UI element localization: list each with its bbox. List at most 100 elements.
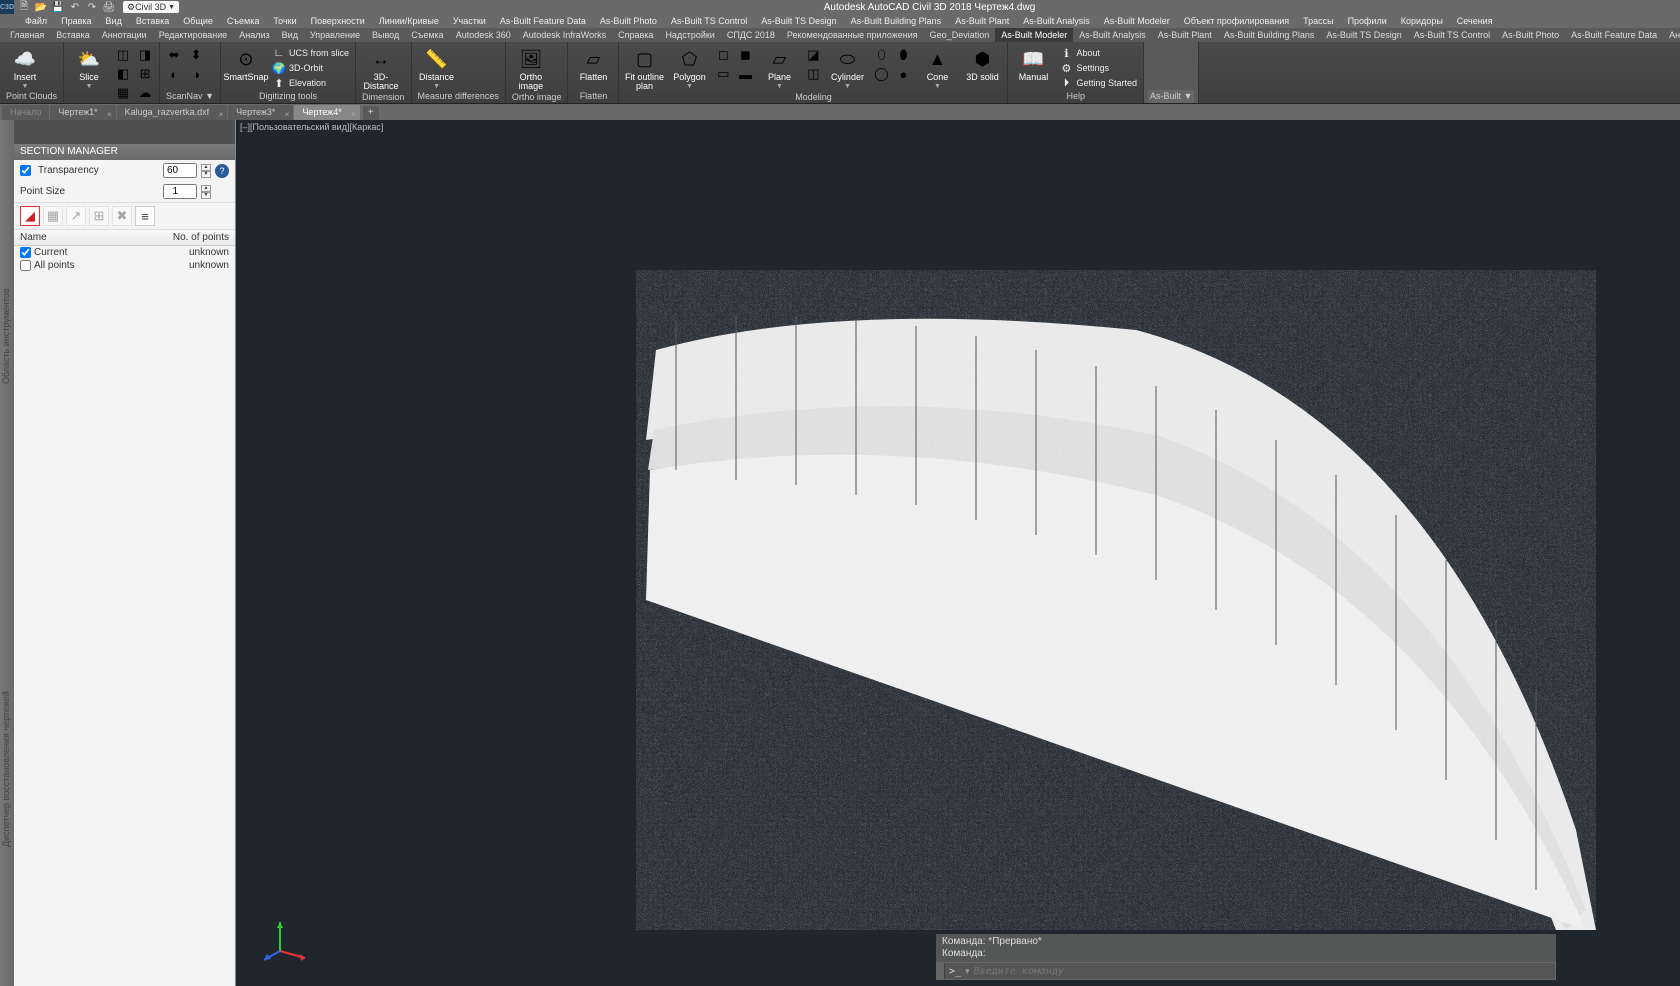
ribbon-tab[interactable]: As-Built Building Plans [1218,28,1321,42]
section-icon[interactable]: ◧ [113,65,133,83]
pointsize-input[interactable] [163,184,197,199]
ortho-image-button[interactable]: 🖼 Ortho image [510,44,552,91]
section-tool-button[interactable]: ✖ [112,206,132,226]
menu-item[interactable]: As-Built Plant [948,14,1016,28]
section-icon[interactable]: ☁ [135,84,155,102]
elevation-button[interactable]: ⬆Elevation [270,76,351,90]
ribbon-tab[interactable]: Главная [4,28,50,42]
sidetab-tools[interactable]: Область инструментов [0,120,12,553]
new-tab-button[interactable]: + [363,106,379,120]
row-checkbox[interactable] [20,260,31,271]
drawing-tab[interactable]: Начало [2,105,49,120]
qat-save-icon[interactable]: 💾 [52,1,64,13]
spin-up-icon[interactable]: ▲ [201,164,211,171]
fit-outline-button[interactable]: ▢Fit outline plan [623,44,665,91]
menu-item[interactable]: Участки [446,14,493,28]
ribbon-tab[interactable]: Вставка [50,28,95,42]
cone-button[interactable]: ▲Cone▼ [916,44,958,90]
menu-item[interactable]: As-Built Feature Data [493,14,593,28]
section-icon[interactable]: ◫ [113,46,133,64]
slice-button[interactable]: ⛅ Slice ▼ [68,44,110,90]
ribbon-tab[interactable]: Аннотации [96,28,153,42]
menu-item[interactable]: Линии/Кривые [372,14,446,28]
transparency-checkbox[interactable] [20,165,31,176]
nav-icon[interactable]: ⬌ [164,46,184,64]
drawing-tab[interactable]: Kaluga_razvertka.dxf× [117,105,228,120]
polygon-button[interactable]: ⬠Polygon▼ [668,44,710,90]
close-tab-icon[interactable]: × [219,107,224,122]
ribbon-tab[interactable]: Справка [612,28,659,42]
spin-up-icon[interactable]: ▲ [201,185,211,192]
ribbon-tab[interactable]: As-Built Feature Data [1565,28,1663,42]
getting-started-button[interactable]: ⏵Getting Started [1057,76,1139,90]
menu-item[interactable]: As-Built TS Design [754,14,843,28]
model-icon[interactable]: ● [893,65,913,83]
menu-item[interactable]: Файл [18,14,54,28]
nav-icon[interactable]: ◐ [164,65,184,83]
menu-item[interactable]: Коридоры [1394,14,1450,28]
ucs-from-slice-button[interactable]: ∟UCS from slice [270,46,351,60]
drawing-tab[interactable]: Чертеж1*× [50,105,115,120]
section-tool-button[interactable]: ≡ [135,206,155,226]
model-icon[interactable]: ◪ [803,46,823,64]
qat-open-icon[interactable]: 📂 [35,1,47,13]
ribbon-tab[interactable]: Autodesk 360 [450,28,517,42]
ribbon-tab[interactable]: Вывод [366,28,405,42]
ribbon-tab[interactable]: Аннотац [1663,28,1680,42]
section-row[interactable]: Current unknown [14,246,235,259]
drawing-tab[interactable]: Чертеж3*× [228,105,293,120]
section-icon[interactable]: ◨ [135,46,155,64]
manual-button[interactable]: 📖Manual [1012,44,1054,82]
3d-orbit-button[interactable]: 🌍3D-Orbit [270,61,351,75]
flatten-button[interactable]: ▱ Flatten [572,44,614,82]
ribbon-tab[interactable]: As-Built TS Control [1408,28,1496,42]
menu-item[interactable]: Профили [1341,14,1394,28]
menu-item[interactable]: As-Built Building Plans [844,14,949,28]
sidetab-recovery[interactable]: Диспетчер восстановления чертежей [0,553,12,986]
menu-item[interactable]: Вид [99,14,129,28]
model-icon[interactable]: ◯ [871,65,891,83]
ribbon-tab[interactable]: As-Built Modeler [995,28,1073,42]
qat-print-icon[interactable]: 🖨 [103,1,115,13]
cylinder-button[interactable]: ⬭Cylinder▼ [826,44,868,90]
plane-button[interactable]: ▱Plane▼ [758,44,800,90]
menu-item[interactable]: As-Built TS Control [664,14,754,28]
menu-item[interactable]: Общие [176,14,220,28]
column-name[interactable]: Name [20,232,47,243]
ribbon-tab[interactable]: СПДС 2018 [721,28,781,42]
model-icon[interactable]: ◻ [713,46,733,64]
drawing-tab[interactable]: Чертеж4*× [294,105,359,120]
menu-item[interactable]: As-Built Photo [593,14,664,28]
section-tool-button[interactable]: ⊞ [89,206,109,226]
ribbon-tab[interactable]: As-Built Plant [1152,28,1218,42]
row-checkbox[interactable] [20,247,31,258]
menu-item[interactable]: Съемка [220,14,266,28]
view-section-button[interactable]: ◢ [20,206,40,226]
menu-item[interactable]: Правка [54,14,98,28]
menu-item[interactable]: Сечения [1450,14,1500,28]
ribbon-tab[interactable]: As-Built Photo [1496,28,1565,42]
menu-item[interactable]: Поверхности [304,14,372,28]
ribbon-tab[interactable]: Geo_Deviation [924,28,996,42]
command-input[interactable] [970,966,1555,977]
model-icon[interactable]: ▭ [713,65,733,83]
insert-button[interactable]: ☁️ Insert ▼ [4,44,46,90]
model-icon[interactable]: ◼ [735,46,755,64]
column-points[interactable]: No. of points [173,232,229,243]
ribbon-tab[interactable]: Съемка [405,28,449,42]
transparency-input[interactable] [163,163,197,178]
ribbon-tab[interactable]: Вид [276,28,304,42]
menu-item[interactable]: As-Built Analysis [1016,14,1097,28]
qat-new-icon[interactable]: 🗎 [18,1,30,13]
ribbon-tab[interactable]: Рекомендованные приложения [781,28,924,42]
model-icon[interactable]: ◫ [803,65,823,83]
ribbon-tab[interactable]: Надстройки [659,28,720,42]
qat-undo-icon[interactable]: ↶ [69,1,81,13]
ribbon-tab[interactable]: Управление [304,28,366,42]
nav-icon[interactable]: ◑ [186,65,206,83]
menu-item[interactable]: Трассы [1296,14,1340,28]
workspace-switcher[interactable]: ⚙ Civil 3D ▼ [123,1,179,13]
menu-item[interactable]: As-Built Modeler [1097,14,1177,28]
help-icon[interactable]: ? [215,164,229,178]
distance-button[interactable]: 📏 Distance ▼ [416,44,458,90]
